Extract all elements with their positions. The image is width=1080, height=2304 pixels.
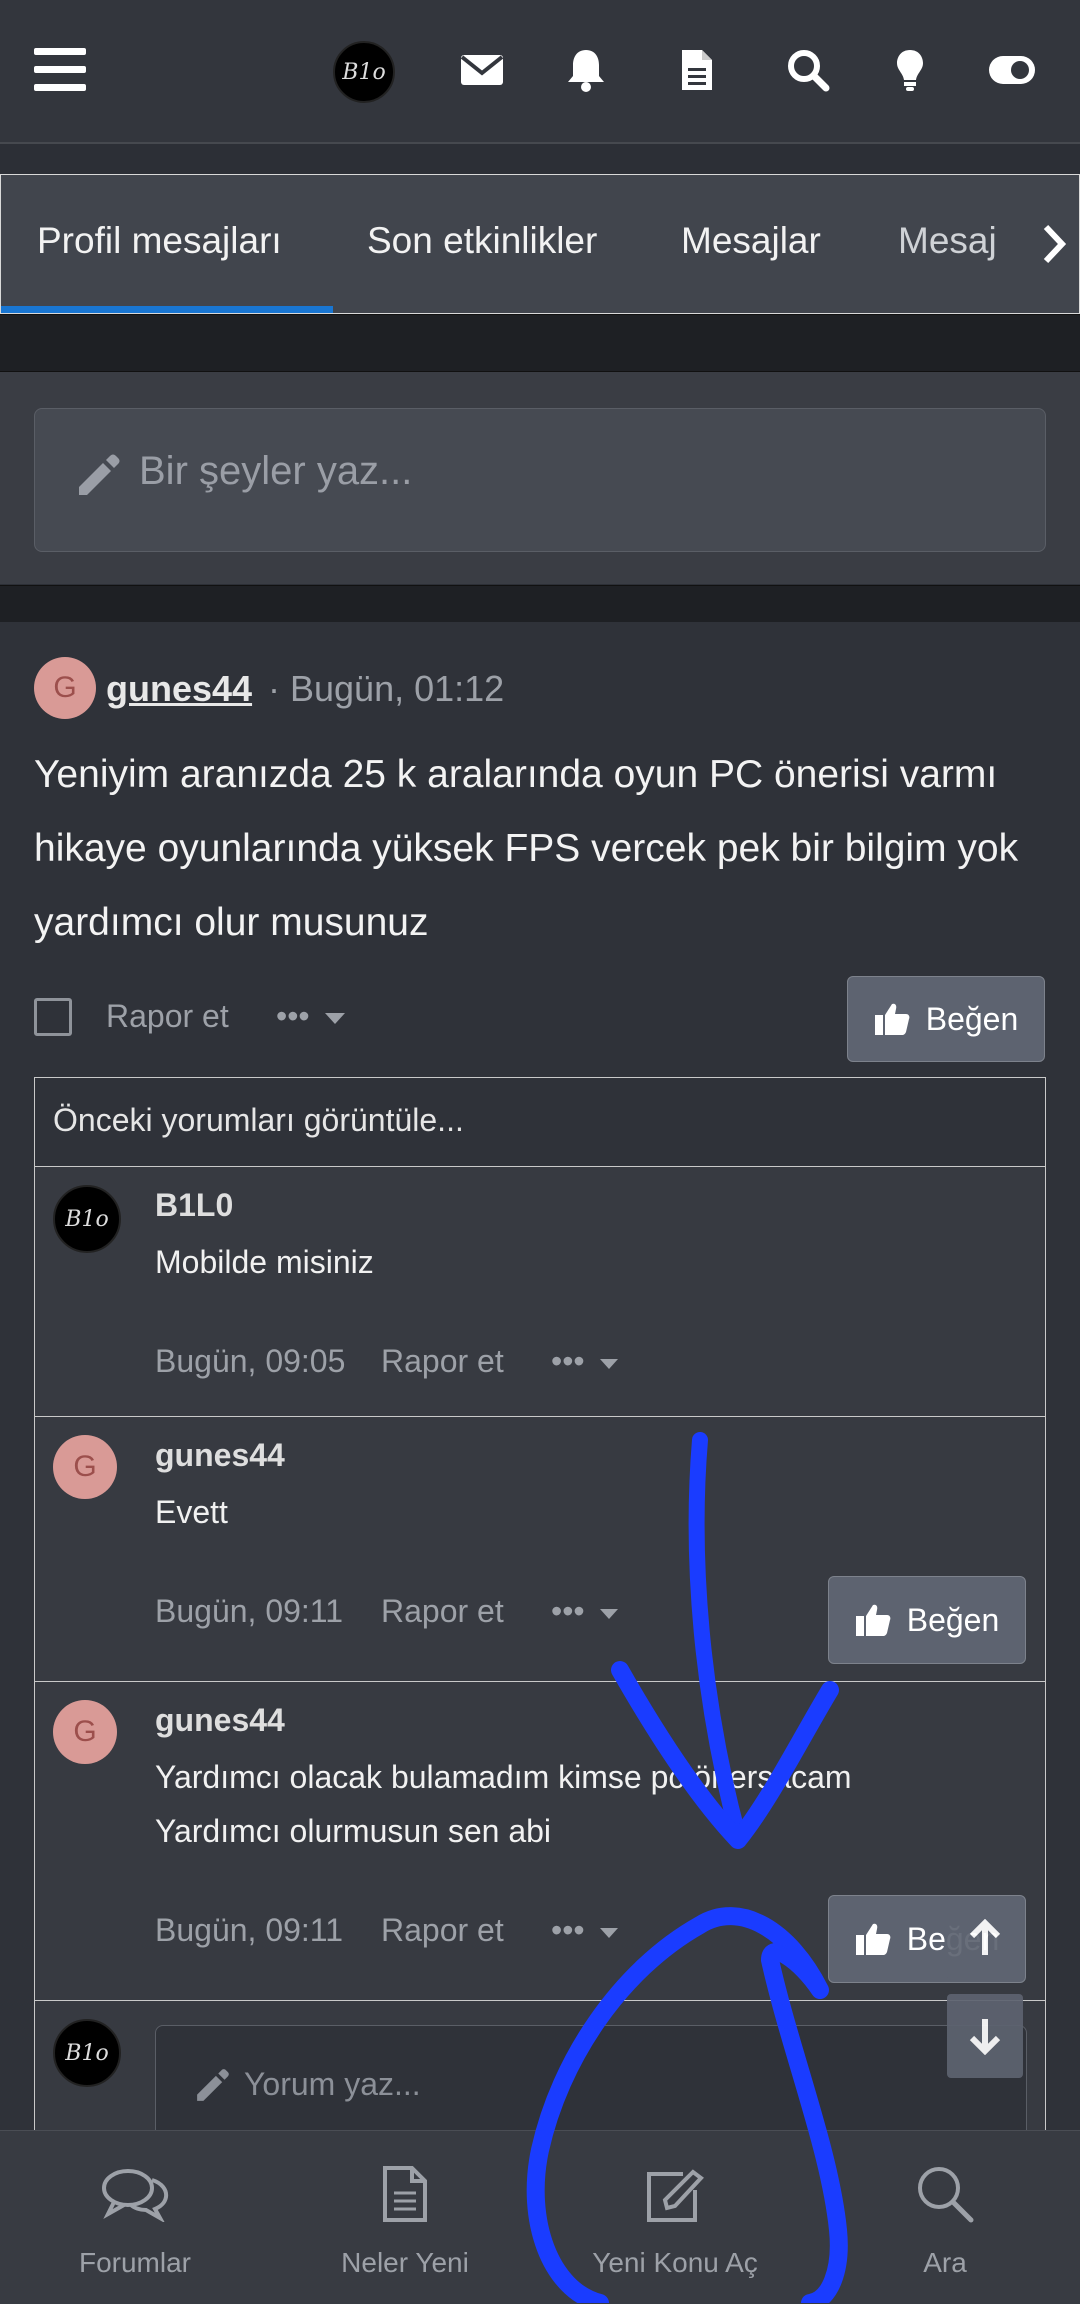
- avatar-letter: G: [73, 1450, 97, 1483]
- user-avatar-logo[interactable]: B1o: [333, 41, 395, 103]
- document-icon: [270, 2159, 540, 2229]
- nav-whats-new[interactable]: Neler Yeni: [270, 2131, 540, 2304]
- chevron-right-icon[interactable]: [1029, 175, 1079, 313]
- tab-messages-more[interactable]: Mesaj: [898, 175, 997, 313]
- more-dots: •••: [551, 1343, 585, 1379]
- post-author[interactable]: gunes44: [106, 668, 252, 710]
- report-link[interactable]: Rapor et: [106, 998, 229, 1035]
- logo-text: B1o: [65, 2040, 109, 2066]
- profile-tabs: Profil mesajları Son etkinlikler Mesajla…: [0, 174, 1080, 314]
- pencil-icon: [194, 2068, 230, 2109]
- comments-list: Önceki yorumları görüntüle... B1o B1L0 M…: [34, 1077, 1046, 2138]
- comment-item: B1o B1L0 Mobilde misiniz Bugün, 09:05 Ra…: [35, 1167, 1045, 1417]
- separator-band-2: [0, 585, 1080, 623]
- arrow-up-icon: [969, 1919, 1001, 1955]
- nav-label: Yeni Konu Aç: [592, 2247, 758, 2278]
- comment-item: G gunes44 Evett Bugün, 09:11 Rapor et ••…: [35, 1417, 1045, 1682]
- more-dots: •••: [551, 1593, 585, 1629]
- scroll-down-button[interactable]: [947, 1994, 1023, 2078]
- avatar-letter: G: [53, 671, 77, 704]
- bottom-navigation: Forumlar Neler Yeni Yeni Konu Aç Ara: [0, 2130, 1080, 2304]
- select-checkbox[interactable]: [34, 998, 72, 1036]
- comment-author[interactable]: gunes44: [155, 1702, 285, 1739]
- logo-text: B1o: [65, 1206, 109, 1232]
- more-menu[interactable]: •••: [551, 1912, 618, 1949]
- like-label: Beğen: [925, 1000, 1019, 1037]
- thumbs-up-icon: [855, 1604, 891, 1636]
- comment-text: Mobilde misiniz: [155, 1244, 374, 1280]
- previous-comments-label: Önceki yorumları görüntüle...: [53, 1102, 464, 1138]
- comment-author[interactable]: B1L0: [155, 1187, 233, 1224]
- comments-icon: [0, 2159, 270, 2229]
- top-bar: B1o: [0, 0, 1080, 144]
- comment-text-line: Yardımcı olacak bulamadım kimse pc öners…: [155, 1759, 852, 1795]
- avatar-letter: G: [73, 1715, 97, 1748]
- comment-item: G gunes44 Yardımcı olacak bulamadım kims…: [35, 1682, 1045, 2001]
- tab-messages[interactable]: Mesajlar: [681, 175, 821, 313]
- nav-new-thread[interactable]: Yeni Konu Aç: [540, 2131, 810, 2304]
- more-menu[interactable]: •••: [276, 998, 345, 1035]
- avatar[interactable]: G: [34, 657, 96, 719]
- nav-forums[interactable]: Forumlar: [0, 2131, 270, 2304]
- report-link[interactable]: Rapor et: [381, 1343, 504, 1380]
- nav-search[interactable]: Ara: [810, 2131, 1080, 2304]
- more-menu[interactable]: •••: [551, 1343, 618, 1380]
- comment-text: Evett: [155, 1494, 228, 1530]
- mail-icon[interactable]: [452, 40, 512, 100]
- caret-down-icon: [599, 1927, 618, 1938]
- like-button[interactable]: Beğen: [847, 976, 1045, 1062]
- composer-placeholder: Bir şeyler yaz...: [139, 449, 413, 493]
- reply-input[interactable]: Yorum yaz...: [155, 2025, 1027, 2138]
- edit-icon: [540, 2159, 810, 2229]
- tab-profile-messages[interactable]: Profil mesajları: [37, 175, 282, 313]
- search-icon[interactable]: [778, 40, 838, 100]
- reply-placeholder: Yorum yaz...: [244, 2066, 421, 2102]
- pencil-icon: [75, 453, 121, 504]
- avatar[interactable]: G: [53, 1700, 117, 1764]
- like-label: Beğen: [906, 1601, 1000, 1638]
- logo-text: B1o: [342, 59, 386, 85]
- scroll-up-button[interactable]: [947, 1896, 1023, 1980]
- view-previous-comments[interactable]: Önceki yorumları görüntüle...: [35, 1078, 1045, 1167]
- comment-time[interactable]: Bugün, 09:11: [155, 1593, 343, 1630]
- caret-down-icon: [599, 1608, 618, 1619]
- comment-time[interactable]: Bugün, 09:11: [155, 1912, 343, 1949]
- like-button[interactable]: Beğen: [828, 1576, 1026, 1664]
- tab-recent-activity[interactable]: Son etkinlikler: [367, 175, 597, 313]
- report-link[interactable]: Rapor et: [381, 1593, 504, 1630]
- arrow-down-icon: [969, 2019, 1001, 2055]
- status-composer-input[interactable]: Bir şeyler yaz...: [34, 408, 1046, 552]
- thumbs-up-icon: [855, 1923, 891, 1955]
- active-tab-indicator: [1, 306, 333, 313]
- nav-label: Ara: [923, 2247, 967, 2278]
- nav-label: Forumlar: [78, 2247, 191, 2278]
- toggle-icon[interactable]: [982, 40, 1042, 100]
- caret-down-icon: [599, 1358, 618, 1369]
- report-link[interactable]: Rapor et: [381, 1912, 504, 1949]
- comment-text: Yardımcı olacak bulamadım kimse pc öners…: [155, 1750, 1015, 1858]
- avatar[interactable]: G: [53, 1435, 117, 1499]
- avatar[interactable]: B1o: [53, 1185, 121, 1253]
- nav-label: Neler Yeni: [341, 2247, 469, 2278]
- more-dots: •••: [276, 998, 310, 1034]
- lightbulb-icon[interactable]: [880, 40, 940, 100]
- comment-author[interactable]: gunes44: [155, 1437, 285, 1474]
- post-text: Yeniyim aranızda 25 k aralarında oyun PC…: [34, 753, 1019, 944]
- comment-text-line: Yardımcı olurmusun sen abi: [155, 1813, 552, 1849]
- document-icon[interactable]: [667, 40, 727, 100]
- separator-band: [0, 314, 1080, 372]
- avatar[interactable]: B1o: [53, 2019, 121, 2087]
- reply-row: B1o Yorum yaz...: [35, 2001, 1045, 2138]
- caret-down-icon: [324, 1013, 345, 1025]
- more-dots: •••: [551, 1912, 585, 1948]
- post-timestamp[interactable]: · Bugün, 01:12: [268, 668, 504, 710]
- search-icon: [810, 2159, 1080, 2229]
- comment-time[interactable]: Bugün, 09:05: [155, 1343, 345, 1380]
- more-menu[interactable]: •••: [551, 1593, 618, 1630]
- bell-icon[interactable]: [556, 40, 616, 100]
- menu-icon[interactable]: [30, 40, 90, 100]
- thumbs-up-icon: [874, 1003, 910, 1035]
